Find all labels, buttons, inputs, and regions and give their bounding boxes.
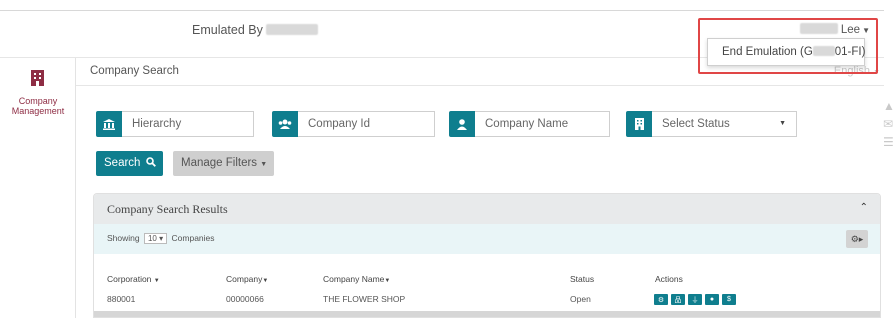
users-icon: [272, 111, 298, 137]
column-header-company-name[interactable]: Company Name▼: [323, 274, 390, 284]
page-size-select[interactable]: 10 ▾: [143, 233, 168, 244]
end-emulation-menu-item[interactable]: End Emulation (G 01-FI): [707, 38, 865, 66]
hierarchy-filter: Hierarchy: [96, 111, 254, 137]
left-sidebar: Company Management: [0, 58, 76, 318]
sidebar-label-line2: Management: [11, 106, 65, 116]
building-icon: [626, 111, 652, 137]
column-header-status: Status: [570, 274, 595, 284]
settings-button[interactable]: ⚙▸: [846, 230, 868, 248]
redacted-id: [812, 46, 835, 56]
caret-down-icon: ▼: [779, 120, 786, 127]
column-header-company[interactable]: Company▼: [226, 274, 268, 284]
sidebar-label-line1: Company: [18, 96, 58, 106]
envelope-icon[interactable]: ✉: [883, 118, 896, 130]
dollar-icon[interactable]: $: [722, 294, 736, 305]
cell-corporation: 880001: [107, 294, 136, 304]
sitemap-icon[interactable]: 品: [671, 294, 685, 305]
redacted-name: [266, 24, 319, 35]
column-label: Company Name: [323, 274, 385, 284]
app-frame: Emulated By Lee ▼ Company Management Comp…: [0, 0, 896, 318]
gear-icon[interactable]: ⚙: [654, 294, 668, 305]
manage-filters-button[interactable]: Manage Filters ▼: [173, 151, 274, 176]
list-icon[interactable]: ☰: [883, 136, 896, 148]
plug-icon[interactable]: ⏚: [688, 294, 702, 305]
redacted-first-name: [799, 23, 838, 34]
cell-company-name: THE FLOWER SHOP: [323, 294, 406, 304]
user-menu[interactable]: Lee ▼: [799, 23, 870, 36]
caret-down-icon: ▼: [862, 26, 870, 35]
company-id-input[interactable]: Company Id: [298, 111, 435, 137]
row-actions: ⚙ 品 ⏚ ● $: [654, 294, 736, 305]
sort-icon: ▼: [384, 278, 391, 284]
caret-down-icon: ▼: [260, 161, 268, 168]
search-button-label: Search: [104, 157, 141, 169]
sort-icon: ▼: [262, 278, 269, 284]
manage-filters-label: Manage Filters: [181, 157, 258, 169]
column-header-corporation[interactable]: Corporation ▼: [107, 274, 160, 284]
page-size-control: Showing 10 ▾ Companies: [107, 233, 215, 244]
hierarchy-icon: [96, 111, 122, 137]
table-row-placeholder: [94, 311, 880, 317]
status-filter: Select Status ▼: [626, 111, 797, 137]
emulated-label: Emulated By: [192, 23, 263, 37]
page-size-value: 10: [147, 234, 157, 243]
company-name-filter: Company Name: [449, 111, 610, 137]
user-name: Lee: [840, 24, 861, 36]
results-panel-header: Company Search Results ⌃: [94, 194, 880, 224]
search-button[interactable]: Search: [96, 151, 163, 176]
end-emulation-suffix: 01-FI): [834, 46, 866, 58]
user-circle-icon[interactable]: ●: [705, 294, 719, 305]
results-title: Company Search Results: [107, 202, 228, 216]
hierarchy-input[interactable]: Hierarchy: [122, 111, 254, 137]
status-select[interactable]: Select Status ▼: [652, 111, 797, 137]
company-name-input[interactable]: Company Name: [475, 111, 610, 137]
page-title: Company Search: [90, 65, 179, 77]
status-select-value: Select Status: [662, 118, 730, 130]
end-emulation-label: End Emulation (G: [722, 46, 813, 58]
column-label: Company: [226, 274, 263, 284]
right-rail: ▲ ✉ ☰: [883, 100, 896, 154]
results-panel: Company Search Results ⌃ Showing 10 ▾ Co…: [93, 193, 881, 318]
sort-icon: ▼: [153, 278, 160, 284]
chevron-up-icon[interactable]: ⌃: [860, 202, 868, 213]
search-icon: [145, 157, 156, 167]
column-label: Corporation: [107, 274, 152, 284]
emulated-by-text: Emulated By: [192, 23, 319, 37]
person-icon: [449, 111, 475, 137]
building-icon: [31, 70, 44, 86]
column-header-actions: Actions: [655, 274, 683, 284]
cell-company: 00000066: [226, 294, 264, 304]
language-selector[interactable]: English ▼: [834, 65, 880, 77]
gear-icon: ⚙▸: [850, 234, 864, 244]
caret-down-icon: ▼: [873, 69, 880, 76]
showing-suffix: Companies: [171, 233, 215, 243]
company-id-filter: Company Id: [272, 111, 435, 137]
language-label: English: [833, 65, 870, 77]
sidebar-item-label: Company Management: [0, 96, 76, 116]
cell-status: Open: [570, 294, 591, 304]
bell-icon[interactable]: ▲: [883, 100, 896, 112]
showing-prefix: Showing: [107, 233, 140, 243]
results-toolbar: Showing 10 ▾ Companies ⚙▸: [94, 224, 880, 254]
